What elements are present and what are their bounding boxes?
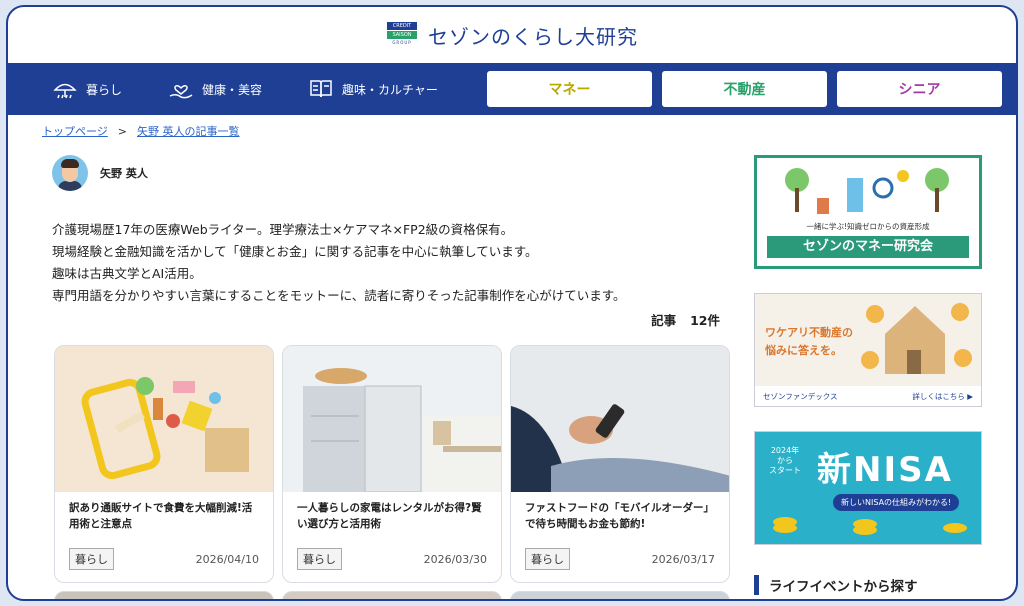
hand-heart-icon bbox=[169, 85, 193, 99]
bio-line: 介護現場歴17年の医療Webライター。理学療法士×ケアマネ×FP2級の資格保有。 bbox=[52, 222, 514, 237]
bio-line: 趣味は古典文学とAI活用。 bbox=[52, 266, 202, 281]
nav-label-living: 暮らし bbox=[86, 82, 123, 97]
banner1-sub: 一緒に学ぶ!知識ゼロからの資産形成 bbox=[806, 222, 930, 231]
banner2-footer: セゾンファンデックス 詳しくはこちら ▶ bbox=[755, 386, 981, 406]
banner3-year: 2024年 から スタート bbox=[769, 446, 801, 476]
nav-item-living[interactable]: 暮らし bbox=[52, 77, 122, 101]
banner2-text: ワケアリ不動産の 悩みに答えを。 bbox=[765, 324, 853, 360]
nav-label-health: 健康・美容 bbox=[202, 82, 263, 97]
real-estate-banner[interactable]: ワケアリ不動産の 悩みに答えを。 セゾンファンデックス 詳しくはこちら ▶ bbox=[754, 293, 982, 407]
nav-item-hobby[interactable]: 趣味・カルチャー bbox=[308, 77, 438, 101]
logo-line-credit: CREDIT bbox=[387, 22, 417, 30]
author-bio: 介護現場歴17年の医療Webライター。理学療法士×ケアマネ×FP2級の資格保有。… bbox=[52, 219, 626, 307]
breadcrumb-current-link[interactable]: 矢野 英人の記事一覧 bbox=[137, 123, 240, 139]
book-icon bbox=[310, 80, 332, 98]
article-thumbnail-fridge bbox=[283, 346, 501, 492]
article-count: 記事 12件 bbox=[651, 310, 720, 329]
article-date: 2026/03/17 bbox=[651, 552, 715, 566]
article-thumbnail-phone-groceries bbox=[55, 346, 273, 492]
bio-line: 専門用語を分かりやすい言葉にすることをモットーに、読者に寄りそった記事制作を心が… bbox=[52, 288, 626, 303]
article-card-partial[interactable] bbox=[510, 591, 730, 599]
article-card[interactable]: ファストフードの「モバイルオーダー」で待ち時間もお金も節約! 暮らし 2026/… bbox=[510, 345, 730, 583]
category-tag[interactable]: 暮らし bbox=[297, 548, 342, 570]
author-header: 矢野 英人 bbox=[52, 155, 148, 191]
fundex-logo: セゾンファンデックス bbox=[763, 391, 838, 401]
nav-item-health[interactable]: 健康・美容 bbox=[168, 77, 262, 101]
banner3-year-line: から bbox=[777, 456, 793, 465]
banner2-text-line: 悩みに答えを。 bbox=[765, 344, 842, 357]
article-list-row2 bbox=[54, 591, 730, 599]
main-nav: 暮らし 健康・美容 趣味・カルチャー マネー 不動産 シニア bbox=[8, 63, 1016, 115]
article-title: ファストフードの「モバイルオーダー」で待ち時間もお金も節約! bbox=[525, 502, 714, 530]
money-study-banner[interactable]: 一緒に学ぶ!知識ゼロからの資産形成 セゾンのマネー研究会 bbox=[754, 155, 982, 269]
logo-line-group: GROUP bbox=[392, 40, 412, 45]
section-title: ライフイベントから探す bbox=[769, 579, 918, 595]
article-count-value: 12件 bbox=[690, 313, 720, 328]
sidebar: 一緒に学ぶ!知識ゼロからの資産形成 セゾンのマネー研究会 ワケアリ不動産の 悩み… bbox=[754, 155, 982, 595]
life-event-section-heading: ライフイベントから探す bbox=[754, 575, 918, 595]
browser-frame: CREDIT SAISON GROUP セゾンのくらし大研究 暮らし 健康・美容… bbox=[6, 5, 1018, 601]
banner3-title: 新NISA bbox=[817, 450, 953, 490]
article-card-partial[interactable] bbox=[54, 591, 274, 599]
study-illustration bbox=[785, 168, 949, 214]
category-tag[interactable]: 暮らし bbox=[69, 548, 114, 570]
money-button[interactable]: マネー bbox=[487, 71, 652, 107]
article-thumbnail-smartphone bbox=[511, 346, 729, 492]
breadcrumb-home-link[interactable]: トップページ bbox=[42, 123, 108, 139]
article-card-partial[interactable] bbox=[282, 591, 502, 599]
article-date: 2026/04/10 bbox=[195, 552, 259, 566]
article-card[interactable]: 訳あり通販サイトで食費を大幅削減!活用術と注意点 暮らし 2026/04/10 bbox=[54, 345, 274, 583]
article-count-label: 記事 bbox=[651, 313, 677, 328]
banner1-label: セゾンのマネー研究会 bbox=[767, 236, 969, 258]
breadcrumb: トップページ > 矢野 英人の記事一覧 bbox=[42, 123, 240, 139]
article-title: 一人暮らしの家電はレンタルがお得?賢い選び方と活用術 bbox=[297, 502, 482, 530]
logo-line-saison: SAISON bbox=[387, 31, 417, 39]
article-title: 訳あり通販サイトで食費を大幅削減!活用術と注意点 bbox=[69, 502, 253, 530]
banner3-year-line: 2024年 bbox=[770, 446, 800, 455]
article-list: 訳あり通販サイトで食費を大幅削減!活用術と注意点 暮らし 2026/04/10 bbox=[54, 345, 730, 583]
breadcrumb-separator: > bbox=[117, 124, 127, 138]
site-header: CREDIT SAISON GROUP セゾンのくらし大研究 bbox=[8, 7, 1016, 63]
site-title[interactable]: セゾンのくらし大研究 bbox=[428, 21, 638, 50]
real-estate-button[interactable]: 不動産 bbox=[662, 71, 827, 107]
author-avatar bbox=[52, 155, 88, 191]
bio-line: 現場経験と金融知識を活かして「健康とお金」に関する記事を中心に執筆しています。 bbox=[52, 244, 538, 259]
heading-bar bbox=[754, 575, 759, 595]
new-nisa-banner[interactable]: 2024年 から スタート 新NISA 新しいNISAの仕組みがわかる! bbox=[754, 431, 982, 545]
nav-label-hobby: 趣味・カルチャー bbox=[342, 82, 438, 97]
details-link[interactable]: 詳しくはこちら ▶ bbox=[912, 391, 973, 402]
article-date: 2026/03/30 bbox=[423, 552, 487, 566]
credit-saison-logo[interactable]: CREDIT SAISON GROUP bbox=[386, 22, 418, 48]
author-name: 矢野 英人 bbox=[100, 167, 148, 180]
article-card[interactable]: 一人暮らしの家電はレンタルがお得?賢い選び方と活用術 暮らし 2026/03/3… bbox=[282, 345, 502, 583]
banner3-pill: 新しいNISAの仕組みがわかる! bbox=[833, 494, 960, 511]
senior-button[interactable]: シニア bbox=[837, 71, 1002, 107]
umbrella-icon bbox=[53, 83, 77, 99]
banner3-year-line: スタート bbox=[769, 466, 801, 475]
category-tag[interactable]: 暮らし bbox=[525, 548, 570, 570]
category-buttons: マネー 不動産 シニア bbox=[487, 71, 1002, 107]
banner2-text-line: ワケアリ不動産の bbox=[765, 326, 853, 339]
